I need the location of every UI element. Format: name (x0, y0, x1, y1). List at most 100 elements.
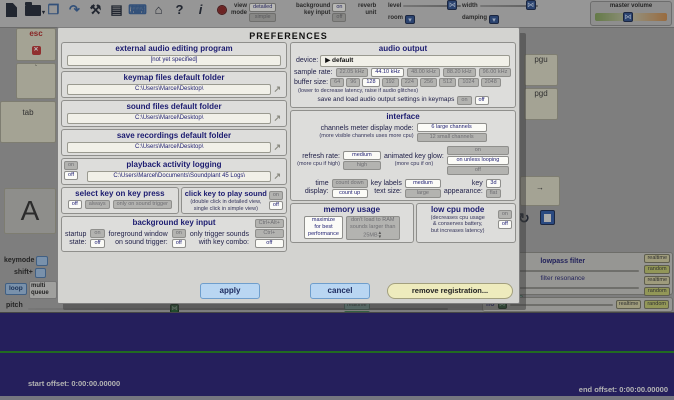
startup-on-button[interactable]: on (90, 229, 104, 238)
startup-off-button[interactable]: off (90, 239, 104, 248)
buffer-256-button[interactable]: 256 (420, 78, 437, 87)
cancel-button[interactable]: cancel (310, 283, 370, 299)
remove-registration-button[interactable]: remove registration... (387, 283, 513, 299)
view-simple-button[interactable]: simple (249, 13, 276, 22)
undo-arrow-icon[interactable]: ↷ (66, 2, 83, 18)
keymode-value[interactable] (36, 256, 47, 266)
apply-button[interactable]: apply (200, 283, 260, 299)
sample-rate-48-button[interactable]: 48.00 kHz (407, 68, 440, 77)
refresh-medium-button[interactable]: medium (343, 151, 381, 160)
key-flat-button[interactable]: flat (486, 189, 501, 198)
save-disk-icon[interactable] (540, 210, 555, 225)
keyboard-icon[interactable]: ⌨ (129, 2, 146, 18)
logging-on-button[interactable]: on (64, 161, 78, 170)
key-tab[interactable]: tab (0, 101, 56, 143)
multi-queue-button[interactable]: multi queue (29, 281, 57, 299)
lowpass-realtime-badge[interactable]: realtime (644, 254, 670, 263)
recordings-folder-path[interactable]: C:\Users\Marcel\Desktop\ (67, 142, 271, 153)
low-cpu-on-button[interactable]: on (498, 210, 512, 219)
labels-medium-button[interactable]: medium (405, 179, 441, 188)
record-icon[interactable] (213, 2, 230, 18)
select-key-sound-trigger-button[interactable]: only on sound trigger (113, 200, 172, 209)
glow-on-unless-looping-button[interactable]: on unless looping (447, 156, 509, 165)
info-icon[interactable]: i (192, 2, 209, 18)
memory-maximize-button[interactable]: maximizefor bestperformance (304, 216, 343, 239)
memory-limit-stepper[interactable]: ▲▼ (378, 231, 382, 239)
logging-folder-path[interactable]: C:\Users\Marcel\Documents\Soundplant 45 … (87, 171, 271, 182)
key-esc[interactable]: esc ✕ (16, 28, 56, 61)
combo-ctrl-button[interactable]: Ctrl+ (255, 229, 284, 238)
shift-value[interactable] (35, 268, 46, 278)
new-file-icon[interactable] (3, 2, 20, 18)
sample-rate-96-button[interactable]: 96.00 kHz (479, 68, 512, 77)
memory-limit-button[interactable]: don't load to RAMsounds larger than25MB▲… (346, 216, 400, 240)
help-icon[interactable]: ? (171, 2, 188, 18)
reverb-width-slider[interactable]: ⋈ (526, 0, 536, 10)
sample-rate-88-button[interactable]: 88.20 kHz (443, 68, 476, 77)
open-folder-icon[interactable]: ▾ (24, 2, 41, 18)
browse-folder-icon[interactable]: ↗ (273, 114, 281, 123)
sample-rate-44-button[interactable]: 44.10 kHz (371, 68, 404, 77)
reverb-level-slider[interactable]: ⋈ (447, 0, 457, 10)
reverb-room-selector[interactable]: ▾ (405, 15, 415, 24)
combo-ctrl-alt-button[interactable]: Ctrl+Alt+ (255, 219, 284, 228)
view-detailed-button[interactable]: detailed (249, 3, 276, 12)
keymap-settings-off-button[interactable]: off (475, 96, 489, 105)
refresh-high-button[interactable]: high (343, 161, 381, 170)
key-a[interactable]: A (4, 188, 56, 234)
buffer-224-button[interactable]: 224 (401, 78, 418, 87)
select-key-always-button[interactable]: always (85, 200, 110, 209)
keymap-settings-on-button[interactable]: on (457, 96, 471, 105)
tools-icon[interactable]: ⚒ (87, 2, 104, 18)
time-count-down-button[interactable]: count down (332, 179, 368, 188)
master-volume-slider[interactable]: ⋈ (623, 12, 633, 22)
notes-icon[interactable]: ▤ (108, 2, 125, 18)
lowpass-random-badge[interactable]: random (644, 265, 670, 274)
device-selector[interactable]: ▶ default (320, 55, 510, 67)
click-key-off-button[interactable]: off (269, 201, 283, 210)
keymap-folder-path[interactable]: C:\Users\Marcel\Desktop\ (67, 84, 271, 95)
glow-on-button[interactable]: on (447, 146, 509, 155)
browse-folder-icon[interactable]: ↗ (273, 143, 281, 152)
key-backtick[interactable]: ` (16, 63, 56, 99)
browse-folder-icon[interactable]: ↗ (273, 172, 281, 181)
time-count-up-button[interactable]: count up (332, 189, 368, 198)
reverb-damping-selector[interactable]: ▾ (489, 15, 499, 24)
window-icon[interactable]: ❐ (45, 2, 62, 18)
sample-rate-22-button[interactable]: 22.05 kHz (336, 68, 369, 77)
buffer-1024-button[interactable]: 1024 (458, 78, 478, 87)
buffer-512-button[interactable]: 512 (439, 78, 456, 87)
lfo-realtime-badge[interactable]: realtime (616, 300, 642, 309)
foreground-off-button[interactable]: off (172, 239, 186, 248)
buffer-2048-button[interactable]: 2048 (481, 78, 501, 87)
click-key-on-button[interactable]: on (269, 191, 283, 200)
key-pgd[interactable]: pgd (524, 88, 558, 120)
key-right-arrow[interactable]: → (520, 176, 560, 206)
key-3d-button[interactable]: 3d (486, 179, 501, 188)
browse-folder-icon[interactable]: ↗ (273, 85, 281, 94)
low-cpu-off-button[interactable]: off (498, 220, 512, 229)
channels-6-large-button[interactable]: 6 large channels (417, 123, 487, 132)
external-editor-value[interactable]: [not yet specified] (67, 55, 281, 66)
home-icon[interactable]: ⌂ (150, 2, 167, 18)
foreground-on-button[interactable]: on (172, 229, 186, 238)
logging-off-button[interactable]: off (64, 171, 78, 180)
sound-folder-path[interactable]: C:\Users\Marcel\Desktop\ (67, 113, 271, 124)
loop-button[interactable]: loop (5, 283, 27, 295)
buffer-192-button[interactable]: 192 (382, 78, 399, 87)
bg-key-input-on-button[interactable]: on (332, 3, 346, 12)
bg-key-input-off-button[interactable]: off (332, 13, 346, 22)
key-pgu[interactable]: pgu (524, 54, 558, 86)
buffer-128-button[interactable]: 128 (362, 78, 379, 87)
waveform-display[interactable]: start offset: 0:00:00.00000 end offset: … (0, 312, 674, 396)
labels-large-button[interactable]: large (405, 189, 441, 198)
buffer-96-button[interactable]: 96 (346, 78, 360, 87)
combo-off-button[interactable]: off (255, 239, 284, 248)
select-key-off-button[interactable]: off (68, 200, 82, 209)
resonance-random-badge[interactable]: random (644, 287, 670, 296)
resonance-realtime-badge[interactable]: realtime (644, 276, 670, 285)
channels-12-small-button[interactable]: 12 small channels (417, 133, 487, 142)
glow-off-button[interactable]: off (447, 166, 509, 175)
buffer-64-button[interactable]: 64 (330, 78, 344, 87)
lfo-random-badge[interactable]: random (644, 300, 669, 309)
